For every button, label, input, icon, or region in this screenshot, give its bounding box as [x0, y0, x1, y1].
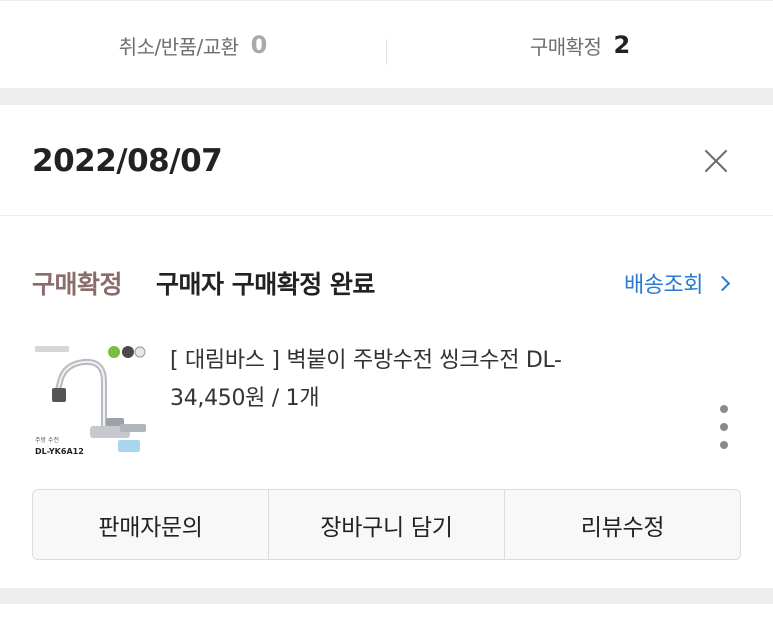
- more-dot: [720, 441, 728, 449]
- cancel-return-exchange-count: 0: [250, 31, 268, 59]
- section-separator: [0, 88, 773, 105]
- cert-badge-light: [134, 346, 146, 358]
- cert-badge-dark: [122, 346, 134, 358]
- status-tag: 구매확정: [32, 270, 123, 299]
- cancel-return-exchange-counter[interactable]: 취소/반품/교환 0: [0, 1, 386, 89]
- order-card: 2022/08/07 구매확정 구매자 구매확정 완료 배송조회 주방 수전 D…: [0, 105, 773, 588]
- more-dot: [720, 405, 728, 413]
- product-name: [ 대림바스 ] 벽붙이 주방수전 씽크수전 DL-: [170, 348, 562, 373]
- order-date-header: 2022/08/07: [0, 105, 773, 216]
- order-status-row: 구매확정 구매자 구매확정 완료 배송조회: [0, 265, 773, 301]
- thumb-caption: 주방 수전: [35, 436, 59, 444]
- status-description: 구매자 구매확정 완료: [156, 270, 375, 299]
- add-to-cart-button[interactable]: 장바구니 담기: [268, 490, 504, 559]
- chevron-right-icon: [714, 275, 731, 291]
- close-icon[interactable]: [700, 145, 732, 177]
- purchase-confirmed-counter[interactable]: 구매확정 2: [387, 1, 773, 89]
- section-separator: [0, 588, 773, 604]
- edit-review-button[interactable]: 리뷰수정: [504, 490, 740, 559]
- cancel-return-exchange-label: 취소/반품/교환: [118, 34, 239, 59]
- product-info[interactable]: [ 대림바스 ] 벽붙이 주방수전 씽크수전 DL- 34,450원 / 1개: [170, 345, 630, 415]
- purchase-confirmed-label: 구매확정: [529, 34, 602, 59]
- order-action-bar: 판매자문의 장바구니 담기 리뷰수정: [32, 489, 741, 560]
- thumb-model: DL-YK6A12: [35, 447, 84, 456]
- delivery-tracking-label: 배송조회: [624, 273, 703, 298]
- product-price-quantity: 34,450원 / 1개: [170, 386, 320, 411]
- more-vertical-icon[interactable]: [714, 405, 734, 449]
- seller-inquiry-button[interactable]: 판매자문의: [33, 490, 268, 559]
- delivery-tracking-link[interactable]: 배송조회: [624, 267, 731, 299]
- product-thumbnail[interactable]: 주방 수전 DL-YK6A12: [32, 342, 148, 458]
- cert-badge-green: [108, 346, 120, 358]
- order-date: 2022/08/07: [32, 143, 223, 179]
- next-section: [0, 604, 773, 618]
- water-saving-badge: [118, 440, 140, 452]
- more-dot: [720, 423, 728, 431]
- purchase-confirmed-count: 2: [613, 31, 631, 59]
- order-summary-bar: 취소/반품/교환 0 구매확정 2: [0, 0, 773, 88]
- brand-logo: [35, 346, 69, 352]
